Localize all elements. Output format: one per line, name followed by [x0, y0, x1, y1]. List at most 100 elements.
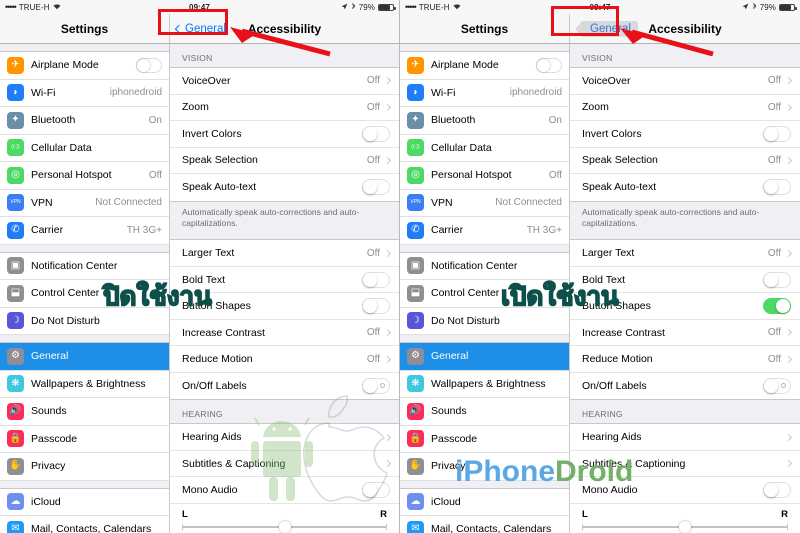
- sidebar-item-vpn[interactable]: VPN VPN Not Connected: [0, 189, 169, 217]
- sidebar-group-separator: [0, 480, 169, 489]
- slider-knob[interactable]: [679, 521, 691, 533]
- row-on-off-labels[interactable]: On/Off Labels: [570, 373, 800, 400]
- sidebar-item-label: Control Center: [31, 287, 100, 300]
- row-voiceover[interactable]: VoiceOver Off: [170, 68, 399, 95]
- toggle-mono-audio[interactable]: [362, 482, 390, 499]
- slider-track[interactable]: [182, 521, 387, 533]
- sidebar-item-general[interactable]: ⚙ General: [0, 343, 169, 371]
- balance-right-label: R: [781, 509, 788, 521]
- row-label: Subtitles & Captioning: [582, 457, 686, 470]
- sidebar-item-airplane-mode[interactable]: ✈ Airplane Mode: [400, 52, 569, 80]
- toggle-speak-auto-text[interactable]: [763, 179, 791, 196]
- row-speak-auto-text[interactable]: Speak Auto-text: [570, 174, 800, 201]
- row-value: Off: [366, 154, 380, 166]
- slider-knob[interactable]: [278, 521, 291, 533]
- chevron-right-icon: [383, 249, 392, 257]
- row-label: Speak Selection: [182, 154, 258, 167]
- row-subtitles-captioning[interactable]: Subtitles & Captioning: [570, 451, 800, 478]
- sidebar-item-sounds[interactable]: 🔊 Sounds: [400, 398, 569, 426]
- sidebar-item-mail-contacts-calendars[interactable]: ✉ Mail, Contacts, Calendars: [400, 516, 569, 533]
- sidebar-item-carrier[interactable]: ✆ Carrier TH 3G+: [400, 217, 569, 245]
- notification-center-icon: ▣: [7, 257, 24, 275]
- row-reduce-motion[interactable]: Reduce Motion Off: [170, 346, 399, 373]
- sidebar-item-label: Privacy: [31, 460, 66, 473]
- settings-header: Settings: [400, 14, 570, 43]
- row-larger-text[interactable]: Larger Text Off: [570, 240, 800, 267]
- sidebar-item-passcode[interactable]: 🔒 Passcode: [0, 425, 169, 453]
- sidebar-item-wallpapers-brightness[interactable]: ❋ Wallpapers & Brightness: [0, 370, 169, 398]
- sidebar-item-sounds[interactable]: 🔊 Sounds: [0, 398, 169, 426]
- toggle-invert-colors[interactable]: [362, 125, 390, 142]
- toggle-on-off-labels[interactable]: [362, 378, 390, 395]
- row-value: Off: [366, 101, 380, 113]
- row-increase-contrast[interactable]: Increase Contrast Off: [170, 320, 399, 347]
- row-mono-audio[interactable]: Mono Audio: [570, 477, 800, 504]
- row-value: Off: [767, 75, 781, 87]
- row-invert-colors[interactable]: Invert Colors: [570, 121, 800, 148]
- sidebar-item-personal-hotspot[interactable]: ◎ Personal Hotspot Off: [0, 162, 169, 190]
- sidebar-item-label: Airplane Mode: [431, 59, 499, 72]
- row-voiceover[interactable]: VoiceOver Off: [570, 68, 800, 95]
- section-header-vision: VISION: [182, 53, 213, 63]
- back-button-general[interactable]: General: [174, 23, 226, 35]
- sidebar-item-mail-contacts-calendars[interactable]: ✉ Mail, Contacts, Calendars: [0, 516, 169, 533]
- sidebar-item-cellular-data[interactable]: ((·)) Cellular Data: [0, 134, 169, 162]
- row-mono-audio[interactable]: Mono Audio: [170, 477, 399, 504]
- audio-balance-slider[interactable]: LR: [570, 503, 800, 533]
- sidebar-item-passcode[interactable]: 🔒 Passcode: [400, 425, 569, 453]
- toggle-button-shapes[interactable]: [362, 298, 390, 315]
- row-label: Reduce Motion: [582, 353, 653, 366]
- sidebar-item-icloud[interactable]: ☁ iCloud: [400, 488, 569, 516]
- toggle-invert-colors[interactable]: [763, 125, 791, 142]
- wallpaper-icon: ❋: [7, 375, 24, 393]
- row-speak-auto-text[interactable]: Speak Auto-text: [170, 174, 399, 201]
- sidebar-item-bluetooth[interactable]: ✦ Bluetooth On: [0, 107, 169, 135]
- row-label: Speak Auto-text: [582, 181, 657, 194]
- sidebar-item-personal-hotspot[interactable]: ◎ Personal Hotspot Off: [400, 162, 569, 190]
- lock-icon: 🔒: [7, 430, 24, 448]
- sidebar-item-airplane-mode[interactable]: ✈ Airplane Mode: [0, 52, 169, 80]
- row-increase-contrast[interactable]: Increase Contrast Off: [570, 320, 800, 347]
- row-on-off-labels[interactable]: On/Off Labels: [170, 373, 399, 400]
- sidebar-item-cellular-data[interactable]: ((·)) Cellular Data: [400, 134, 569, 162]
- airplane-mode-toggle[interactable]: [536, 57, 562, 73]
- sidebar-item-general[interactable]: ⚙ General: [400, 343, 569, 371]
- sidebar-item-bluetooth[interactable]: ✦ Bluetooth On: [400, 107, 569, 135]
- sidebar-item-value: TH 3G+: [526, 224, 562, 236]
- sidebar-item-vpn[interactable]: VPN VPN Not Connected: [400, 189, 569, 217]
- sidebar-item-privacy[interactable]: ✋ Privacy: [0, 453, 169, 481]
- row-invert-colors[interactable]: Invert Colors: [170, 121, 399, 148]
- toggle-mono-audio[interactable]: [763, 482, 791, 499]
- sidebar-item-label: Passcode: [31, 432, 78, 445]
- row-larger-text[interactable]: Larger Text Off: [170, 240, 399, 267]
- row-speak-selection[interactable]: Speak Selection Off: [570, 148, 800, 174]
- sidebar-item-wi-fi[interactable]: ◗ Wi-Fi iphonedroid: [0, 79, 169, 107]
- back-button-general-shaped[interactable]: General: [575, 20, 638, 37]
- row-zoom[interactable]: Zoom Off: [570, 95, 800, 121]
- toggle-bold-text[interactable]: [763, 271, 791, 288]
- row-label: Larger Text: [582, 247, 635, 260]
- sidebar-item-carrier[interactable]: ✆ Carrier TH 3G+: [0, 217, 169, 245]
- slider-track[interactable]: [582, 521, 788, 533]
- nav-bar-right: Settings General Accessibility: [400, 14, 800, 44]
- row-hearing-aids[interactable]: Hearing Aids: [570, 424, 800, 451]
- toggle-speak-auto-text[interactable]: [362, 179, 390, 196]
- sidebar-item-icloud[interactable]: ☁ iCloud: [0, 488, 169, 516]
- row-hearing-aids[interactable]: Hearing Aids: [170, 424, 399, 451]
- toggle-bold-text[interactable]: [362, 271, 390, 288]
- row-value: Off: [767, 327, 781, 339]
- sidebar-item-label: Do Not Disturb: [431, 314, 500, 327]
- row-subtitles-captioning[interactable]: Subtitles & Captioning: [170, 451, 399, 478]
- toggle-button-shapes[interactable]: [763, 298, 791, 315]
- airplane-mode-toggle[interactable]: [136, 57, 162, 73]
- sidebar-item-privacy[interactable]: ✋ Privacy: [400, 453, 569, 481]
- row-zoom[interactable]: Zoom Off: [170, 95, 399, 121]
- section-header-vision: VISION: [582, 53, 613, 63]
- sidebar-item-wi-fi[interactable]: ◗ Wi-Fi iphonedroid: [400, 79, 569, 107]
- audio-balance-slider[interactable]: LR: [170, 503, 399, 533]
- sidebar-item-value: iphonedroid: [509, 87, 562, 99]
- toggle-on-off-labels[interactable]: [763, 378, 791, 395]
- row-speak-selection[interactable]: Speak Selection Off: [170, 148, 399, 174]
- row-reduce-motion[interactable]: Reduce Motion Off: [570, 346, 800, 373]
- sidebar-item-wallpapers-brightness[interactable]: ❋ Wallpapers & Brightness: [400, 370, 569, 398]
